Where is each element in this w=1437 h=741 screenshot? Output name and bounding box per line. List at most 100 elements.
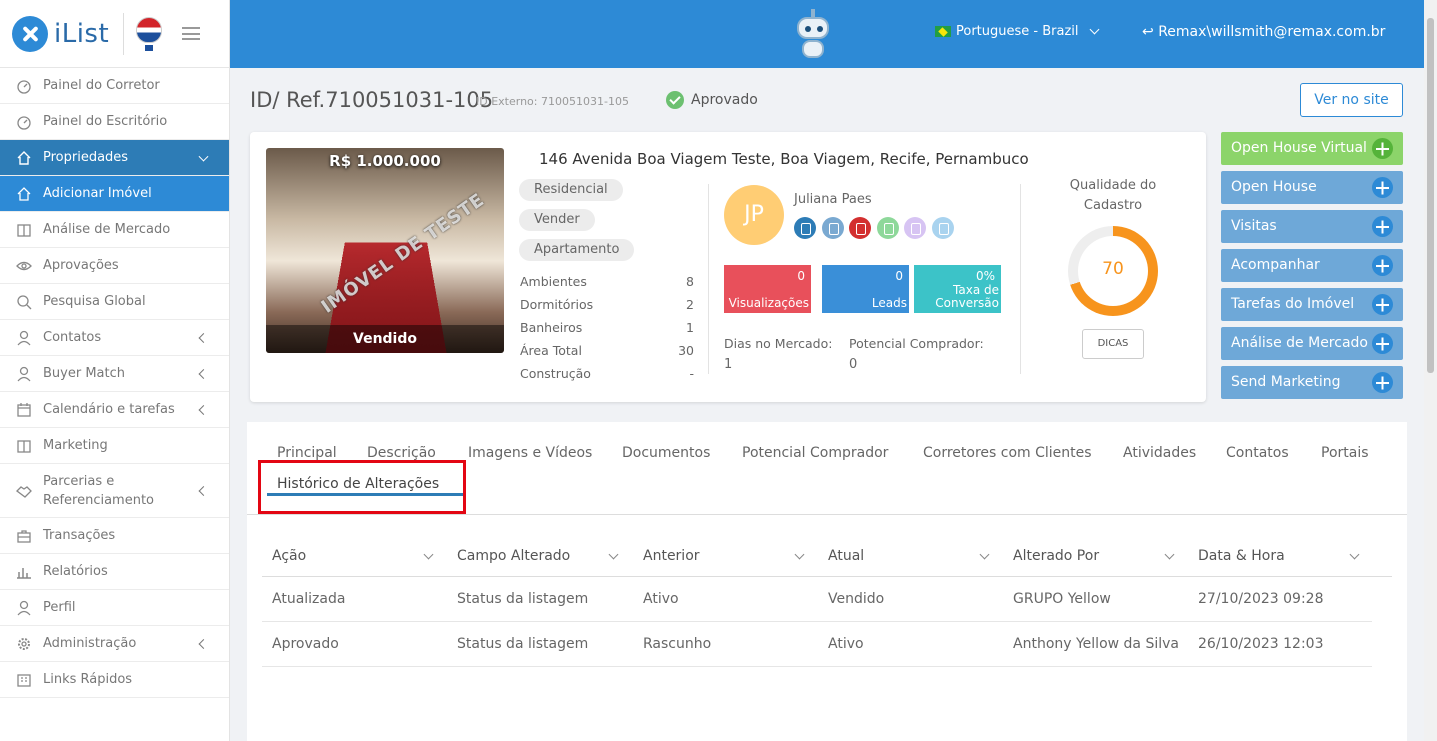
sidebar-item-administracao[interactable]: Administração: [0, 626, 229, 662]
mobile-phone-icon[interactable]: [794, 217, 816, 239]
acompanhar-button[interactable]: Acompanhar: [1221, 249, 1403, 282]
spec-row: Dormitórios 2: [520, 297, 694, 312]
table-row: Aprovado Status da listagem Rascunho Ati…: [262, 622, 1372, 667]
chevron-down-icon[interactable]: [423, 549, 434, 560]
sidebar-item-relatorios[interactable]: Relatórios: [0, 554, 229, 590]
sidebar-item-analise-mercado[interactable]: Análise de Mercado: [0, 212, 229, 248]
analise-mercado-button[interactable]: Análise de Mercado: [1221, 327, 1403, 360]
column-header-atual[interactable]: Atual: [828, 548, 864, 564]
tab-contatos[interactable]: Contatos: [1226, 445, 1289, 461]
tab-principal[interactable]: Principal: [277, 445, 337, 461]
chevron-down-icon[interactable]: [1164, 549, 1175, 560]
days-on-market-value: 1: [724, 357, 733, 372]
calendar-icon: [17, 402, 31, 417]
tab-descricao[interactable]: Descrição: [367, 445, 436, 461]
spec-label: Área Total: [520, 343, 582, 358]
tab-imagens-videos[interactable]: Imagens e Vídeos: [468, 445, 592, 461]
chevron-down-icon[interactable]: [1349, 549, 1360, 560]
scrollbar-thumb[interactable]: [1427, 18, 1434, 373]
visitas-button[interactable]: Visitas: [1221, 210, 1403, 243]
sidebar-item-pesquisa-global[interactable]: Pesquisa Global: [0, 284, 229, 320]
cell-data-hora: 27/10/2023 09:28: [1198, 591, 1324, 607]
page-title: ID/ Ref.710051031-105: [250, 88, 494, 112]
column-header-anterior[interactable]: Anterior: [643, 548, 700, 564]
sidebar-item-parcerias[interactable]: Parcerias e Referenciamento: [0, 464, 229, 518]
spec-value: 8: [686, 274, 694, 289]
metric-value: 0: [895, 269, 903, 283]
user-icon: [17, 366, 31, 381]
column-header-data-hora[interactable]: Data & Hora: [1198, 548, 1285, 564]
send-marketing-button[interactable]: Send Marketing: [1221, 366, 1403, 399]
column-header-acao[interactable]: Ação: [272, 548, 306, 564]
check-circle-icon: [666, 91, 684, 109]
tag-type: Residencial: [519, 179, 623, 201]
action-label: Acompanhar: [1231, 257, 1320, 273]
action-label: Send Marketing: [1231, 374, 1341, 390]
language-selector[interactable]: Portuguese - Brazil: [935, 24, 1099, 39]
chevron-down-icon[interactable]: [608, 549, 619, 560]
book-icon: [17, 223, 31, 237]
sidebar-item-contatos[interactable]: Contatos: [0, 320, 229, 356]
cell-anterior: Ativo: [643, 591, 679, 607]
tarefas-imovel-button[interactable]: Tarefas do Imóvel: [1221, 288, 1403, 321]
divider: [1020, 184, 1021, 374]
sidebar-item-transacoes[interactable]: Transações: [0, 518, 229, 554]
chevron-down-icon: [1089, 24, 1099, 35]
cell-campo: Status da listagem: [457, 636, 589, 652]
metric-label: Taxa de Conversão: [935, 283, 999, 310]
user-account-link[interactable]: ↩ Remax\willsmith@remax.com.br: [1142, 24, 1385, 40]
tab-corretores-clientes[interactable]: Corretores com Clientes: [923, 445, 1092, 461]
open-house-button[interactable]: Open House: [1221, 171, 1403, 204]
sidebar-item-propriedades[interactable]: Propriedades: [0, 140, 229, 176]
messenger-icon[interactable]: [904, 217, 926, 239]
sidebar-item-label: Propriedades: [43, 150, 129, 165]
email-icon[interactable]: [849, 217, 871, 239]
column-header-campo[interactable]: Campo Alterado: [457, 548, 570, 564]
sidebar-item-aprovacoes[interactable]: Aprovações: [0, 248, 229, 284]
agent-avatar[interactable]: JP: [724, 185, 784, 245]
dashboard-gauge-icon: [17, 115, 31, 130]
tag-transaction: Vender: [519, 209, 595, 231]
view-site-button[interactable]: Ver no site: [1300, 83, 1403, 117]
chevron-down-icon[interactable]: [979, 549, 990, 560]
eye-icon: [16, 261, 32, 270]
phone-icon[interactable]: [822, 217, 844, 239]
telegram-icon[interactable]: [932, 217, 954, 239]
sold-banner: Vendido: [266, 325, 504, 353]
sidebar-item-adicionar-imovel[interactable]: Adicionar Imóvel: [0, 176, 229, 212]
chevron-down-icon[interactable]: [794, 549, 805, 560]
sidebar-item-perfil[interactable]: Perfil: [0, 590, 229, 626]
sidebar-item-label: Análise de Mercado: [43, 222, 171, 237]
sidebar-item-label: Pesquisa Global: [43, 294, 146, 309]
tips-button[interactable]: DICAS: [1082, 329, 1144, 359]
chevron-left-icon: [198, 404, 209, 415]
action-label: Visitas: [1231, 218, 1277, 234]
sidebar-item-buyer-match[interactable]: Buyer Match: [0, 356, 229, 392]
tab-atividades[interactable]: Atividades: [1123, 445, 1196, 461]
tab-potencial-comprador[interactable]: Potencial Comprador: [742, 445, 888, 461]
potential-buyer-value: 0: [849, 357, 858, 372]
sidebar-item-painel-escritorio[interactable]: Painel do Escritório: [0, 104, 229, 140]
sidebar-item-label: Painel do Corretor: [43, 78, 160, 93]
property-photo[interactable]: R$ 1.000.000 IMÓVEL DE TESTE Vendido: [266, 148, 504, 353]
sidebar-item-links-rapidos[interactable]: Links Rápidos: [0, 662, 229, 698]
cell-data-hora: 26/10/2023 12:03: [1198, 636, 1324, 652]
metric-views[interactable]: 0 Visualizações: [724, 265, 811, 313]
spec-value: -: [689, 366, 694, 381]
remax-balloon-logo: [136, 16, 163, 51]
open-house-virtual-button[interactable]: Open House Virtual: [1221, 132, 1403, 165]
column-header-alterado-por[interactable]: Alterado Por: [1013, 548, 1099, 564]
metric-leads[interactable]: 0 Leads: [822, 265, 909, 313]
sidebar-item-calendario[interactable]: Calendário e tarefas: [0, 392, 229, 428]
tab-documentos[interactable]: Documentos: [622, 445, 710, 461]
logo-divider: [123, 12, 125, 55]
tab-portais[interactable]: Portais: [1321, 445, 1369, 461]
assistant-robot-icon[interactable]: [790, 9, 836, 59]
vertical-scrollbar[interactable]: [1424, 0, 1437, 741]
metric-conversion[interactable]: 0% Taxa de Conversão: [914, 265, 1001, 313]
sidebar-item-painel-corretor[interactable]: Painel do Corretor: [0, 68, 229, 104]
agent-name[interactable]: Juliana Paes: [794, 192, 872, 207]
sidebar-item-marketing[interactable]: Marketing: [0, 428, 229, 464]
whatsapp-icon[interactable]: [877, 217, 899, 239]
hamburger-menu-icon[interactable]: [182, 27, 201, 40]
